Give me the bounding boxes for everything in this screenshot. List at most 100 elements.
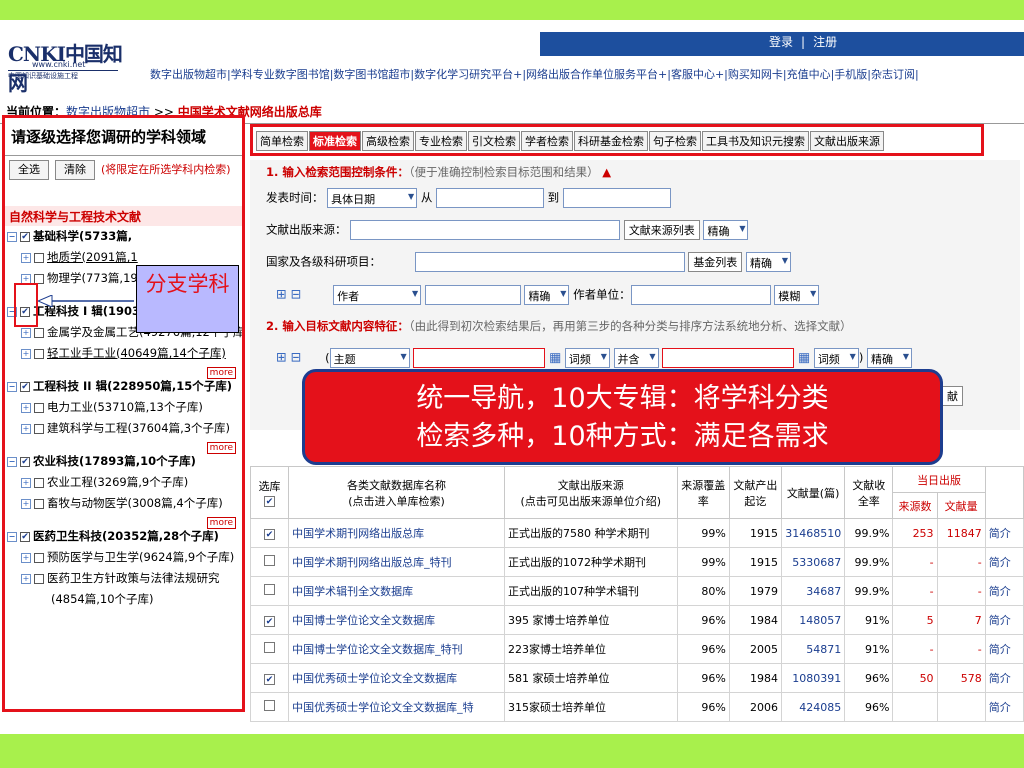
tab-professional[interactable]: 专业检索 <box>415 131 467 151</box>
source-input[interactable] <box>350 220 621 240</box>
grid-icon[interactable]: ▦ <box>798 351 810 366</box>
db-count[interactable]: 424085 <box>799 701 841 714</box>
source-list-button[interactable]: 文献来源列表 <box>623 220 700 240</box>
select-all-button[interactable]: 全选 <box>9 160 49 180</box>
grid-icon[interactable]: ▦ <box>549 351 561 366</box>
tab-reference-book[interactable]: 工具书及知识元搜索 <box>702 131 809 151</box>
date-select[interactable]: 具体日期 <box>327 188 418 208</box>
unit-match-select[interactable]: 模糊 <box>774 285 820 305</box>
clear-button[interactable]: 清除 <box>55 160 95 180</box>
checkbox[interactable] <box>34 402 44 413</box>
db-name-link[interactable]: 中国学术期刊网络出版总库_特刊 <box>292 556 452 569</box>
author-field-select[interactable]: 作者 <box>333 285 422 305</box>
freq-select[interactable]: 词频 <box>564 348 610 368</box>
expand-icon[interactable]: + <box>21 273 31 284</box>
expand-icon[interactable]: + <box>21 552 31 563</box>
topic-field-select[interactable]: 主题 <box>329 348 410 368</box>
checkbox[interactable] <box>34 477 44 488</box>
intro-link[interactable]: 简介 <box>989 643 1011 656</box>
checkbox[interactable] <box>34 423 44 434</box>
search-button[interactable]: 献 <box>942 386 963 406</box>
table-row[interactable]: 中国学术辑刊全文数据库 正式出版的107种学术辑刊 80% 1979 34687 99.9… <box>249 576 1024 606</box>
row-checkbox[interactable]: ✔ <box>264 528 276 540</box>
table-row[interactable]: 中国学术期刊网络出版总库_特刊 正式出版的1072种学术期刊 99% 1915 5330… <box>249 547 1024 577</box>
tab-fund[interactable]: 科研基金检索 <box>574 131 648 151</box>
tree-node[interactable]: + 农业工程(3269篇,9个子库) <box>7 472 240 493</box>
db-count[interactable]: 34687 <box>806 585 841 598</box>
row-checkbox[interactable] <box>264 555 276 566</box>
date-to-input[interactable] <box>562 188 671 208</box>
tree-node[interactable]: + 轻工业手工业(40649篇,14个子库) <box>7 343 240 364</box>
checkbox[interactable] <box>34 348 44 359</box>
tab-citation[interactable]: 引文检索 <box>468 131 520 151</box>
collapse-icon[interactable]: − <box>7 456 17 467</box>
login-link[interactable]: 登录 <box>769 35 793 49</box>
checkbox-checked[interactable]: ✔ <box>20 456 30 467</box>
register-link[interactable]: 注册 <box>813 35 837 49</box>
author-match-select[interactable]: 精确 <box>524 285 570 305</box>
top-nav-links[interactable]: 数字出版物超市|学科专业数字图书馆|数字图书馆超市|数字化学习研究平台+|网络出… <box>150 66 919 82</box>
tree-node[interactable]: + 建筑科学与工程(37604篇,3个子库) <box>7 418 240 439</box>
tab-simple[interactable]: 简单检索 <box>256 131 308 151</box>
expand-icon[interactable]: + <box>21 402 31 413</box>
collapse-icon[interactable]: − <box>7 231 17 242</box>
checkbox-checked[interactable]: ✔ <box>20 531 30 542</box>
add-row-icon[interactable]: ⊞ <box>276 288 287 303</box>
intro-link[interactable]: 简介 <box>989 672 1011 685</box>
remove-row-icon[interactable]: ⊟ <box>291 288 302 303</box>
tab-scholar[interactable]: 学者检索 <box>521 131 573 151</box>
tree-node[interactable]: + 医药卫生方针政策与法律法规研究 <box>7 568 240 589</box>
fund-list-button[interactable]: 基金列表 <box>688 252 743 272</box>
select-all-checkbox[interactable]: ✔ <box>264 496 276 507</box>
db-name-link[interactable]: 中国学术期刊网络出版总库 <box>292 527 424 540</box>
fund-match-select[interactable]: 精确 <box>745 252 791 272</box>
db-name-link[interactable]: 中国优秀硕士学位论文全文数据库 <box>292 672 457 685</box>
more-link[interactable]: more <box>7 364 240 379</box>
tree-node[interactable]: − ✔ 农业科技(17893篇,10个子库) <box>7 451 240 472</box>
checkbox[interactable] <box>34 498 44 509</box>
checkbox-checked[interactable]: ✔ <box>20 381 30 392</box>
tab-standard[interactable]: 标准检索 <box>309 131 361 151</box>
db-count[interactable]: 54871 <box>806 643 841 656</box>
more-link[interactable]: more <box>7 439 240 454</box>
expand-icon[interactable]: + <box>21 498 31 509</box>
db-name-link[interactable]: 中国优秀硕士学位论文全文数据库_特 <box>292 701 474 714</box>
row-checkbox[interactable]: ✔ <box>264 673 276 685</box>
tree-node[interactable]: + 电力工业(53710篇,13个子库) <box>7 397 240 418</box>
collapse-up-icon[interactable]: ▲ <box>602 165 611 179</box>
topic-input[interactable] <box>413 348 546 368</box>
intro-link[interactable]: 简介 <box>989 614 1011 627</box>
db-name-link[interactable]: 中国博士学位论文全文数据库 <box>292 614 435 627</box>
intro-link[interactable]: 简介 <box>989 701 1011 714</box>
checkbox[interactable] <box>34 252 44 263</box>
tree-node[interactable]: − ✔ 医药卫生科技(20352篇,28个子库) <box>7 526 240 547</box>
db-name-link[interactable]: 中国博士学位论文全文数据库_特刊 <box>292 643 463 656</box>
cnki-logo[interactable]: CNKI中国知网 www.cnki.net 中国知识基础设施工程 <box>8 38 138 95</box>
date-from-input[interactable] <box>435 188 544 208</box>
expand-icon[interactable]: + <box>21 327 31 338</box>
author-unit-input[interactable] <box>630 285 771 305</box>
db-count[interactable]: 31468510 <box>785 527 841 540</box>
table-row[interactable]: 中国博士学位论文全文数据库_特刊 223家博士培养单位 96% 2005 54871 91… <box>249 634 1024 664</box>
expand-icon[interactable]: + <box>21 477 31 488</box>
source-match-select[interactable]: 精确 <box>703 220 749 240</box>
tab-sentence[interactable]: 句子检索 <box>649 131 701 151</box>
and-select[interactable]: 并含 <box>613 348 659 368</box>
expand-icon[interactable]: + <box>21 573 31 584</box>
intro-link[interactable]: 简介 <box>989 556 1011 569</box>
checkbox[interactable] <box>34 273 44 284</box>
tree-node[interactable]: + 畜牧与动物医学(3008篇,4个子库) <box>7 493 240 514</box>
more-label[interactable]: more <box>206 442 236 454</box>
tab-advanced[interactable]: 高级检索 <box>362 131 414 151</box>
remove-row-icon[interactable]: ⊟ <box>291 351 302 366</box>
checkbox[interactable] <box>34 573 44 584</box>
tree-node[interactable]: − ✔ 基础科学(5733篇, <box>7 226 240 247</box>
more-link[interactable]: more <box>7 514 240 529</box>
table-row[interactable]: ✔ 中国学术期刊网络出版总库 正式出版的7580 种学术期刊 99% 1915 31468… <box>249 518 1024 548</box>
checkbox[interactable] <box>34 552 44 563</box>
row-checkbox[interactable] <box>264 700 276 711</box>
tree-node[interactable]: + 预防医学与卫生学(9624篇,9个子库) <box>7 547 240 568</box>
db-count[interactable]: 5330687 <box>792 556 841 569</box>
row-checkbox[interactable]: ✔ <box>264 615 276 627</box>
add-row-icon[interactable]: ⊞ <box>276 351 287 366</box>
